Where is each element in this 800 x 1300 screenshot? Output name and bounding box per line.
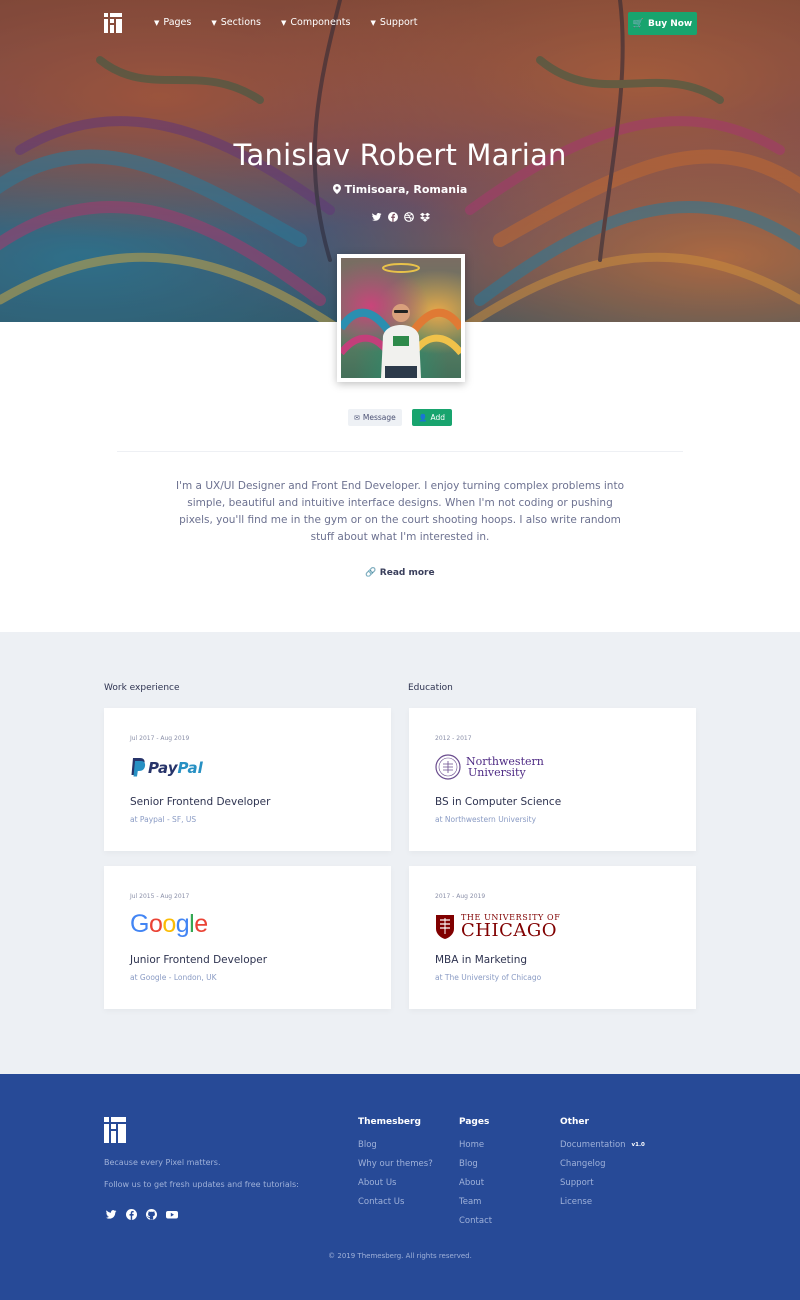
- paypal-logo: PayPal: [130, 758, 203, 777]
- map-pin-icon: [332, 183, 345, 196]
- education-title: Education: [408, 683, 453, 693]
- menu-support[interactable]: ▼ Support: [370, 17, 417, 28]
- card-date: Jul 2015 - Aug 2017: [130, 893, 190, 900]
- copyright: © 2019 Themesberg. All rights reserved.: [328, 1252, 472, 1260]
- card-place: at The University of Chicago: [435, 973, 542, 982]
- facebook-icon[interactable]: [388, 207, 398, 222]
- user-plus-icon: 👤: [418, 413, 428, 422]
- add-button[interactable]: 👤 Add: [411, 409, 452, 426]
- footer-link[interactable]: Changelog: [560, 1154, 645, 1173]
- profile-name: Tanislav Robert Marian: [233, 138, 567, 172]
- google-logo: Google: [130, 910, 208, 938]
- envelope-icon: ✉: [354, 413, 360, 422]
- profile-location: Timisoara, Romania: [0, 183, 800, 196]
- chevron-down-icon: ▼: [211, 18, 217, 27]
- facebook-icon[interactable]: [126, 1205, 137, 1220]
- card-role: Junior Frontend Developer: [130, 954, 268, 966]
- card-place: at Northwestern University: [435, 815, 537, 824]
- uchicago-logo: THE UNIVERSITY OF CHICAGO: [435, 913, 560, 940]
- education-card[interactable]: 2017 - Aug 2019 THE UNIVERSITY OF CHICAG…: [409, 866, 696, 1009]
- github-icon[interactable]: [146, 1205, 157, 1220]
- message-button[interactable]: ✉ Message: [348, 409, 402, 426]
- footer-link[interactable]: Blog: [358, 1135, 433, 1154]
- footer-link[interactable]: Team: [459, 1192, 492, 1211]
- chevron-down-icon: ▼: [154, 18, 160, 27]
- card-place: at Paypal - SF, US: [130, 815, 197, 824]
- footer-socials: [106, 1205, 178, 1220]
- work-card[interactable]: Jul 2015 - Aug 2017 Google Junior Fronte…: [104, 866, 391, 1009]
- footer-link[interactable]: Blog: [459, 1154, 492, 1173]
- menu-pages[interactable]: ▼ Pages: [154, 17, 191, 28]
- footer-link[interactable]: About Us: [358, 1173, 433, 1192]
- northwestern-logo: Northwestern University: [435, 754, 544, 780]
- footer-link[interactable]: Contact: [459, 1211, 492, 1230]
- footer-col-pages: Pages Home Blog About Team Contact: [459, 1117, 492, 1230]
- profile-avatar: [337, 254, 465, 382]
- footer-link[interactable]: License: [560, 1192, 645, 1211]
- footer-link[interactable]: Why our themes?: [358, 1154, 433, 1173]
- menu-sections[interactable]: ▼ Sections: [211, 17, 261, 28]
- card-role: MBA in Marketing: [435, 954, 528, 966]
- site-footer: Because every Pixel matters. Follow us t…: [0, 1074, 800, 1300]
- version-badge: v1.0: [631, 1141, 645, 1148]
- youtube-icon[interactable]: [166, 1205, 178, 1219]
- profile-socials: [372, 207, 430, 222]
- cart-icon: 🛒: [632, 18, 644, 29]
- card-date: Jul 2017 - Aug 2019: [130, 735, 190, 742]
- twitter-icon[interactable]: [106, 1205, 117, 1219]
- footer-col-other: Other Documentation v1.0 Changelog Suppo…: [560, 1117, 645, 1211]
- education-card[interactable]: 2012 - 2017 Northwestern University BS i…: [409, 708, 696, 851]
- footer-col-themesberg: Themesberg Blog Why our themes? About Us…: [358, 1117, 433, 1211]
- footer-link[interactable]: Contact Us: [358, 1192, 433, 1211]
- section-divider: [117, 451, 683, 452]
- brand-logo[interactable]: [104, 13, 122, 33]
- buy-now-button[interactable]: 🛒 Buy Now: [628, 12, 697, 35]
- experience-section: Work experience Education Jul 2017 - Aug…: [0, 632, 800, 1074]
- link-icon: 🔗: [365, 568, 377, 578]
- footer-tagline: Because every Pixel matters.: [104, 1158, 221, 1167]
- top-navbar: ▼ Pages ▼ Sections ▼ Components ▼ Support 🛒 …: [0, 0, 800, 46]
- menu-components[interactable]: ▼ Components: [281, 17, 351, 28]
- twitter-icon[interactable]: [372, 207, 382, 221]
- card-role: Senior Frontend Developer: [130, 796, 271, 808]
- chevron-down-icon: ▼: [370, 18, 376, 27]
- footer-link[interactable]: Home: [459, 1135, 492, 1154]
- dribbble-icon[interactable]: [404, 207, 414, 222]
- footer-link[interactable]: About: [459, 1173, 492, 1192]
- footer-link[interactable]: Support: [560, 1173, 645, 1192]
- work-card[interactable]: Jul 2017 - Aug 2019 PayPal Senior Fronte…: [104, 708, 391, 851]
- profile-photo: [341, 258, 461, 378]
- card-role: BS in Computer Science: [435, 796, 562, 808]
- profile-bio: I'm a UX/UI Designer and Front End Devel…: [176, 480, 624, 543]
- profile-actions: ✉ Message 👤 Add: [348, 409, 452, 426]
- chevron-down-icon: ▼: [280, 18, 287, 27]
- footer-follow-text: Follow us to get fresh updates and free …: [104, 1180, 299, 1189]
- card-date: 2012 - 2017: [435, 735, 472, 742]
- main-menu: ▼ Pages ▼ Sections ▼ Components ▼ Support: [154, 17, 437, 28]
- work-experience-title: Work experience: [104, 683, 180, 693]
- card-date: 2017 - Aug 2019: [435, 893, 486, 900]
- footer-logo[interactable]: [104, 1117, 126, 1143]
- dropbox-icon[interactable]: [420, 207, 430, 222]
- read-more-link[interactable]: 🔗 Read more: [0, 568, 800, 578]
- footer-link-documentation[interactable]: Documentation v1.0: [560, 1135, 645, 1154]
- card-place: at Google - London, UK: [130, 973, 217, 982]
